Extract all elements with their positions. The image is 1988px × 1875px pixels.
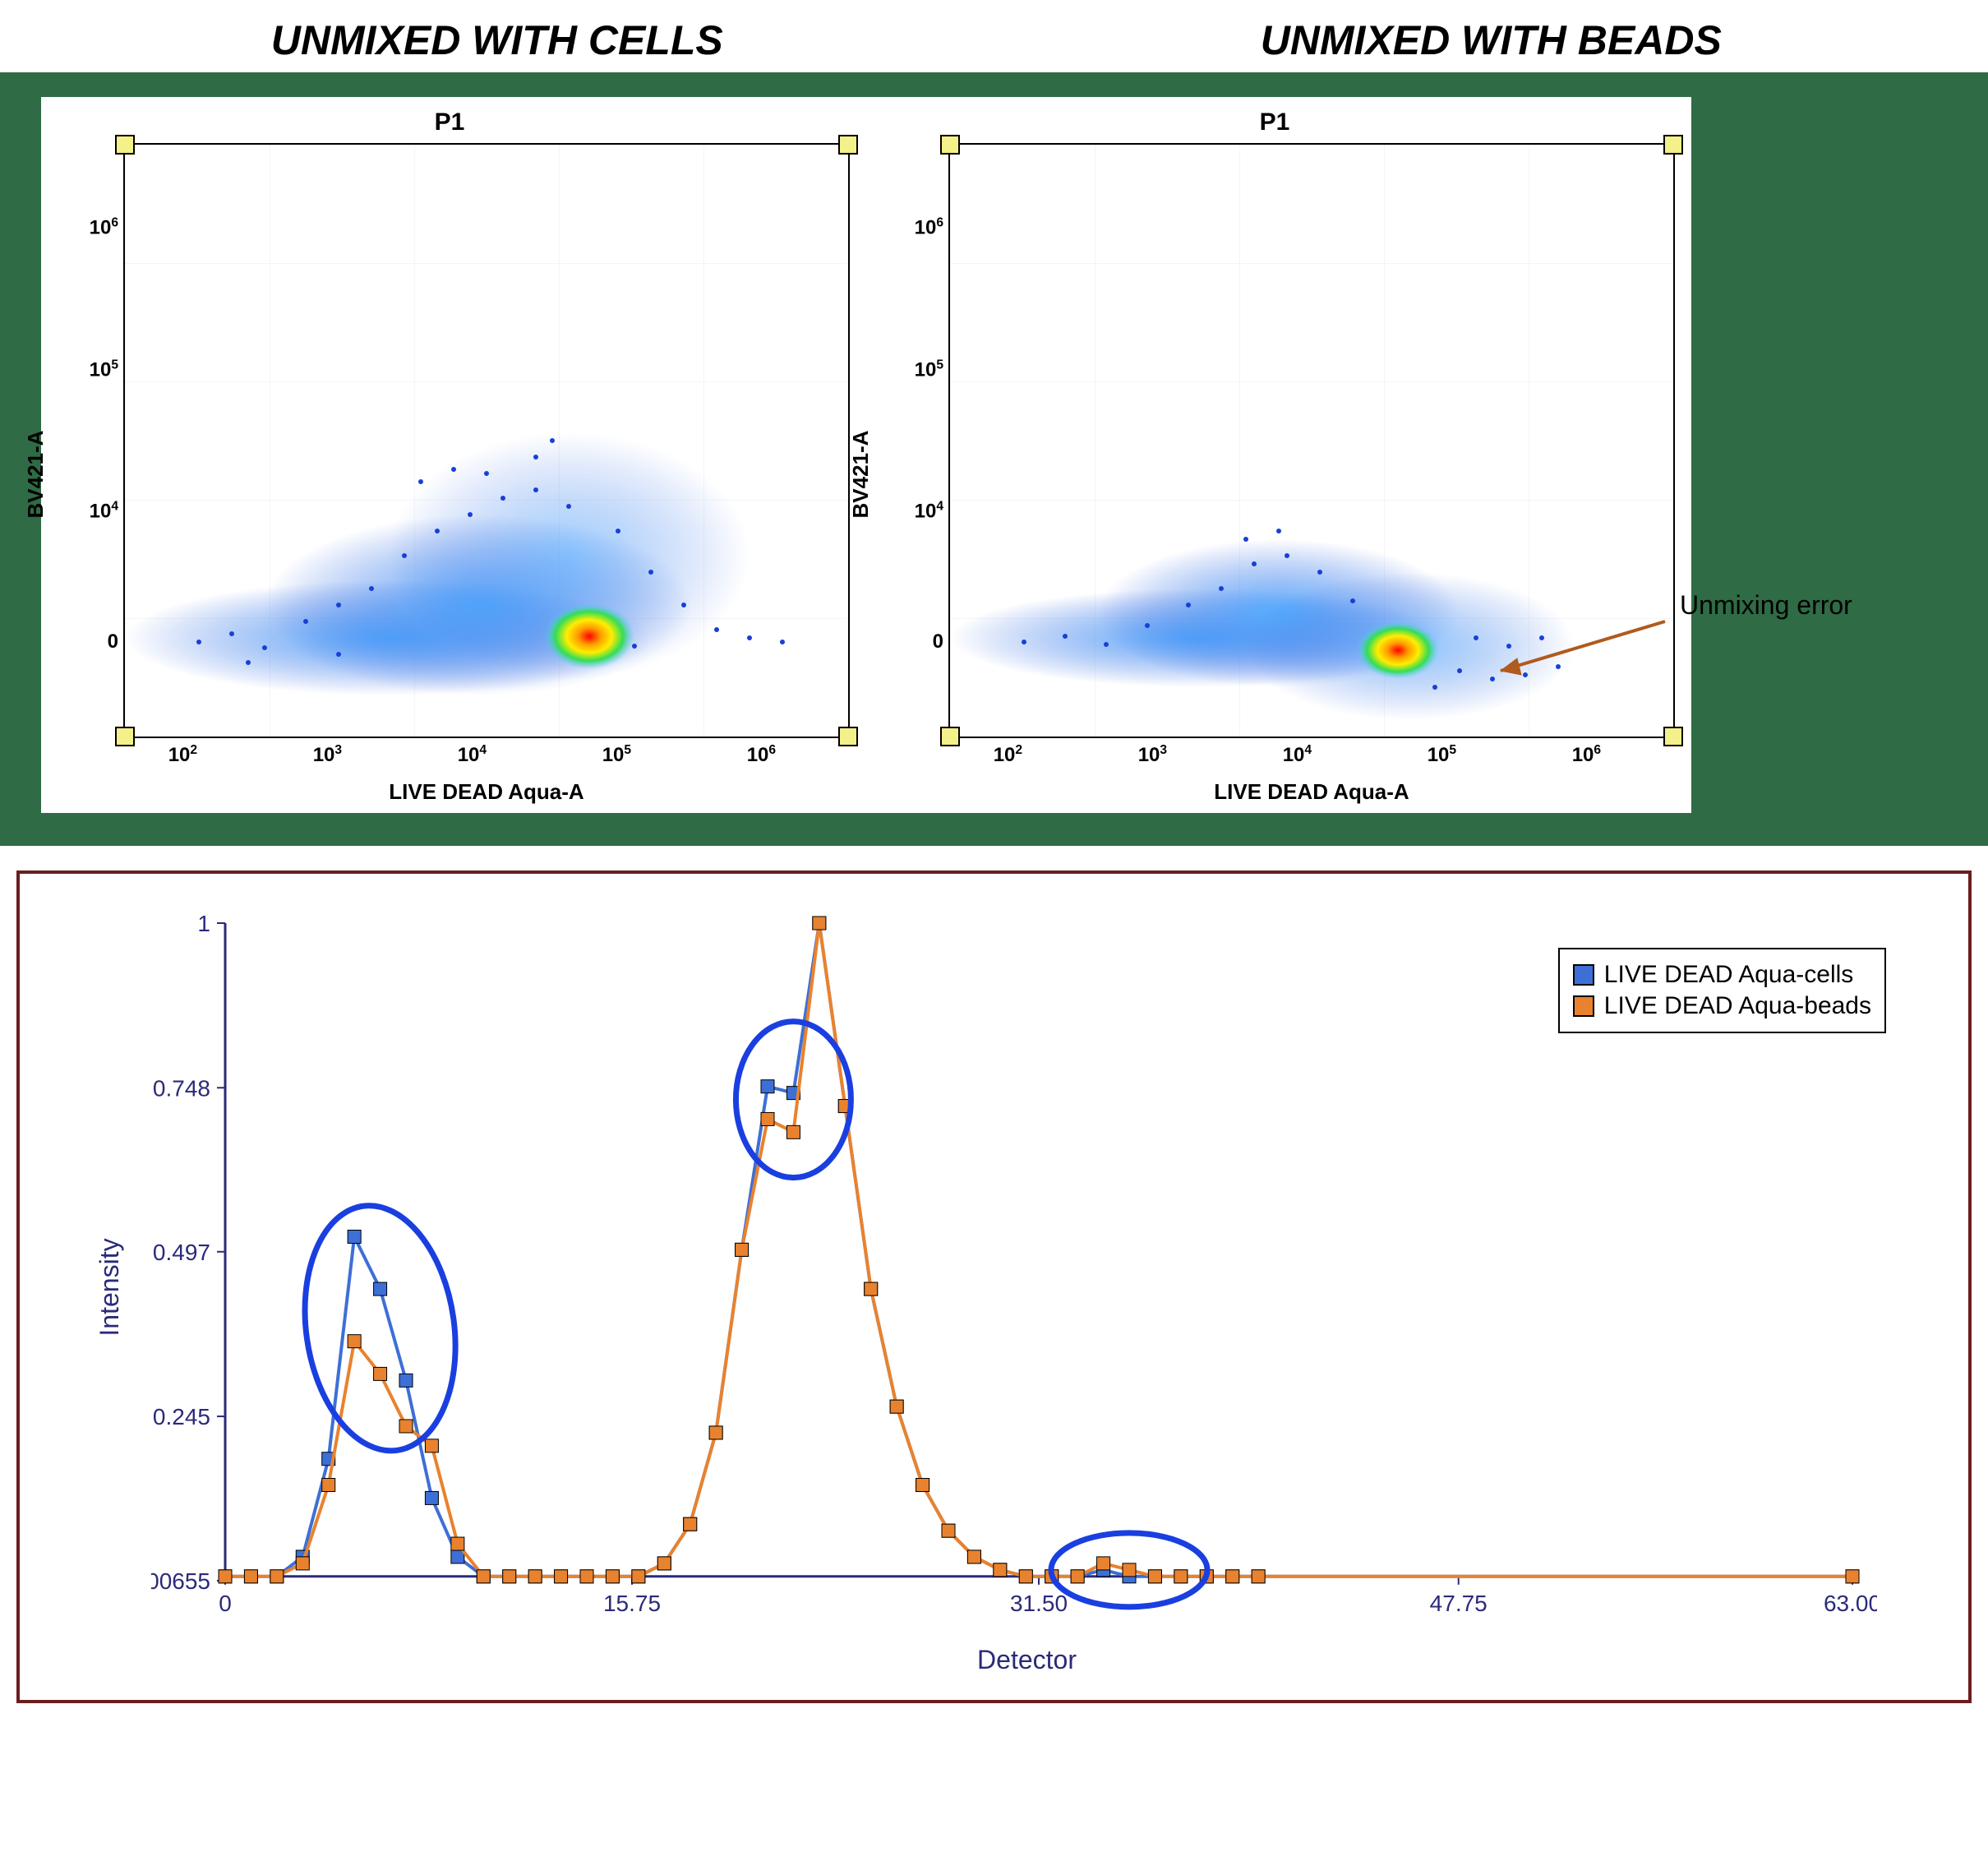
y-ticks: 0 104 105 106 [61, 145, 118, 737]
y-ticks: 0 104 105 106 [886, 145, 943, 737]
heading-row: UNMIXED WITH CELLS UNMIXED WITH BEADS [0, 0, 1988, 72]
x-axis-label: LIVE DEAD Aqua-A [948, 779, 1675, 805]
legend-swatch-icon [1573, 964, 1594, 986]
heading-right: UNMIXED WITH BEADS [994, 0, 1988, 72]
scatter-strip: P1 BV421-A 0 104 105 106 [0, 72, 1988, 846]
unmixing-error-annotation: Unmixing error [1680, 590, 1852, 621]
scatter-plot-cells[interactable]: 0 104 105 106 102 103 104 105 106 [123, 143, 850, 738]
x-ticks: 102 103 104 105 106 [125, 743, 848, 768]
svg-text:0.497: 0.497 [153, 1240, 210, 1265]
arrow-icon [1476, 613, 1673, 712]
svg-text:1: 1 [197, 911, 210, 936]
legend-label: LIVE DEAD Aqua-cells [1604, 961, 1853, 989]
svg-text:0.748: 0.748 [153, 1075, 210, 1101]
scatter-panel-beads: P1 BV421-A 0 104 105 106 102 [866, 97, 1691, 813]
x-axis-label: LIVE DEAD Aqua-A [123, 779, 850, 805]
scatter-plot-beads[interactable]: 0 104 105 106 102 103 104 105 106 [948, 143, 1675, 738]
svg-text:0: 0 [219, 1591, 232, 1616]
legend-label: LIVE DEAD Aqua-beads [1604, 992, 1871, 1020]
svg-text:15.75: 15.75 [603, 1591, 661, 1616]
svg-text:47.75: 47.75 [1430, 1591, 1488, 1616]
svg-text:-0.00655: -0.00655 [151, 1568, 210, 1594]
legend-item-beads: LIVE DEAD Aqua-beads [1573, 992, 1871, 1020]
x-ticks: 102 103 104 105 106 [950, 743, 1673, 768]
gate-label: P1 [49, 109, 850, 136]
svg-text:31.50: 31.50 [1010, 1591, 1068, 1616]
spectrum-y-axis-label: Intensity [95, 1238, 125, 1336]
scatter-density-icon [125, 145, 848, 737]
y-axis-label: BV421-A [23, 430, 48, 518]
spectrum-x-axis-label: Detector [151, 1645, 1903, 1675]
svg-text:0.245: 0.245 [153, 1404, 210, 1429]
spectrum-panel: Intensity LIVE DEAD Aqua-cells LIVE DEAD… [16, 871, 1972, 1703]
legend-item-cells: LIVE DEAD Aqua-cells [1573, 961, 1871, 989]
gate-label: P1 [874, 109, 1675, 136]
legend-swatch-icon [1573, 995, 1594, 1017]
y-axis-label: BV421-A [848, 430, 874, 518]
heading-left: UNMIXED WITH CELLS [0, 0, 994, 72]
spectrum-legend: LIVE DEAD Aqua-cells LIVE DEAD Aqua-bead… [1558, 948, 1886, 1033]
scatter-panel-cells: P1 BV421-A 0 104 105 106 [41, 97, 866, 813]
svg-text:63.00: 63.00 [1824, 1591, 1877, 1616]
